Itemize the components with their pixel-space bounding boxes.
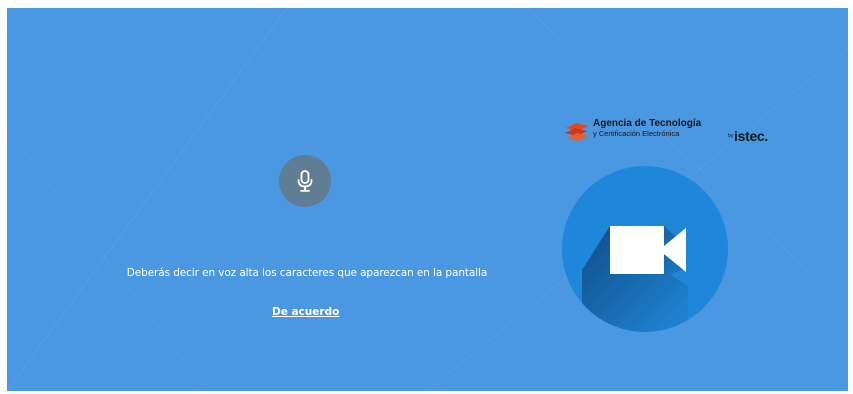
istec-logo-text: istec. [734,128,768,144]
app-frame: Deberás decir en voz alta los caracteres… [7,8,848,391]
accv-logo: Agencia de Tecnología y Certificación El… [564,118,784,148]
instruction-text: Deberás decir en voz alta los caracteres… [126,267,488,279]
logo-by: by [728,133,734,139]
accept-link[interactable]: De acuerdo [272,306,339,318]
microphone-button[interactable] [279,155,331,207]
logo-title: Agencia de Tecnología [593,118,702,129]
logo-subtitle: y Certificación Electrónica [593,129,680,138]
video-camera-badge [562,166,728,332]
microphone-icon [297,170,313,192]
accv-logo-mark [565,123,589,141]
